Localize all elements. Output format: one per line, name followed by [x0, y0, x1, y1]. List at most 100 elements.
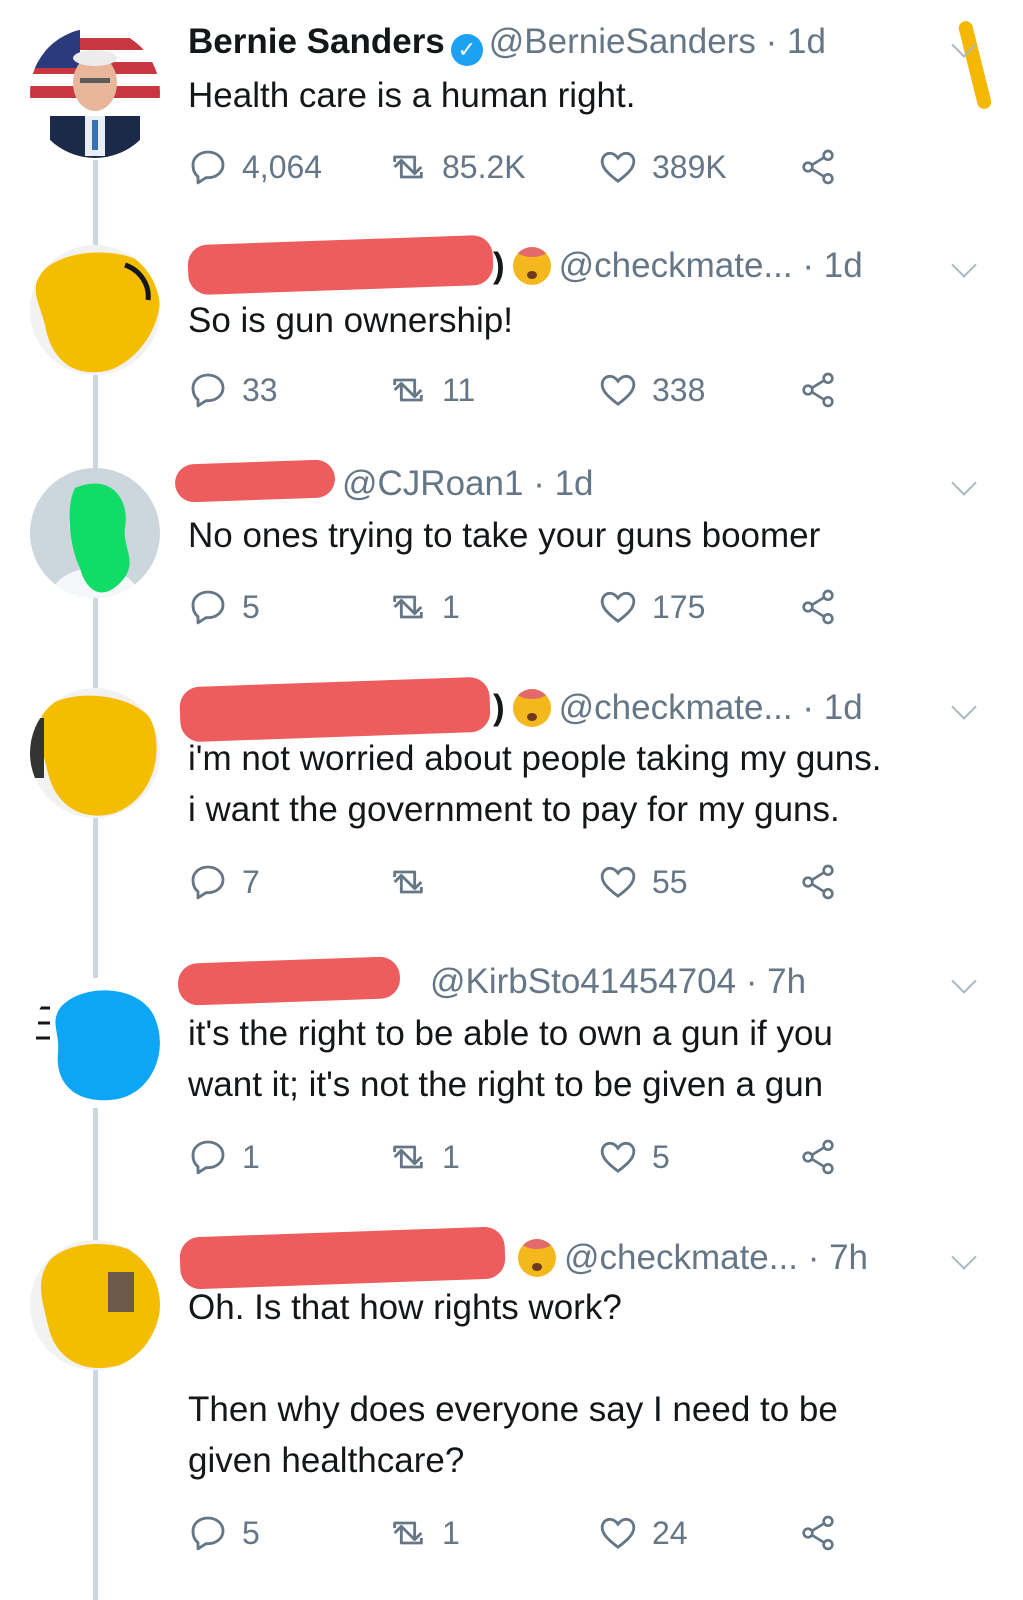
- display-name-suffix[interactable]: ): [493, 246, 505, 285]
- handle[interactable]: @CJRoan1: [342, 464, 523, 503]
- avatar[interactable]: [30, 1240, 160, 1370]
- reply-button[interactable]: 7: [188, 857, 260, 907]
- reply-icon: [191, 1516, 225, 1551]
- avatar[interactable]: [30, 468, 160, 598]
- share-icon: [802, 1139, 834, 1175]
- reply-button[interactable]: 33: [188, 365, 278, 415]
- heart-icon: [600, 866, 636, 898]
- reply-button[interactable]: 5: [188, 582, 260, 632]
- share-button[interactable]: [798, 1132, 852, 1182]
- heart-icon: [600, 151, 636, 183]
- avatar[interactable]: [30, 978, 160, 1108]
- display-name-suffix[interactable]: ): [493, 688, 505, 727]
- retweet-button[interactable]: 85.2K: [388, 142, 526, 192]
- share-icon: [802, 589, 834, 625]
- share-button[interactable]: [798, 857, 852, 907]
- retweet-count: 85.2K: [442, 148, 526, 185]
- timestamp[interactable]: · 7h: [808, 1238, 868, 1277]
- like-count: 175: [652, 588, 706, 625]
- tweet-header: @CJRoan1 · 1d: [342, 462, 993, 506]
- retweet-count: 11: [442, 371, 476, 408]
- reply-icon: [191, 1140, 225, 1175]
- handle[interactable]: @KirbSto41454704: [430, 962, 736, 1001]
- reply-count: 33: [242, 371, 278, 408]
- retweet-icon: [393, 155, 423, 179]
- avatar[interactable]: [30, 245, 160, 375]
- avatar[interactable]: [30, 688, 160, 818]
- heart-icon: [600, 1517, 636, 1549]
- tweet-text: Oh. Is that how rights work? Then why do…: [188, 1288, 838, 1480]
- exploding-head-emoji-icon: [512, 247, 551, 285]
- tweet-header: Bernie Sanders ✓ @BernieSanders · 1d: [188, 20, 993, 66]
- reply-button[interactable]: 5: [188, 1508, 260, 1558]
- share-button[interactable]: [798, 365, 852, 415]
- redacted-avatar-image: [30, 468, 160, 598]
- share-button[interactable]: [798, 142, 852, 192]
- bernie-avatar-image: [30, 28, 160, 158]
- redacted-avatar-image: [30, 245, 160, 375]
- reply-button[interactable]: 4,064: [188, 142, 322, 192]
- tweet-header: ) @checkmate... · 1d: [493, 244, 993, 288]
- reply-icon: [191, 373, 225, 408]
- retweet-icon: [393, 870, 423, 894]
- exploding-head-emoji-icon: [518, 1239, 556, 1277]
- tweet-text: Health care is a human right.: [188, 76, 636, 115]
- timestamp[interactable]: · 1d: [802, 246, 862, 285]
- like-button[interactable]: 24: [598, 1508, 688, 1558]
- handle[interactable]: @checkmate...: [559, 688, 793, 727]
- retweet-button[interactable]: [388, 857, 442, 907]
- redacted-name-scribble: [177, 956, 401, 1006]
- retweet-count: 1: [442, 1138, 460, 1175]
- tweet-header: @KirbSto41454704 · 7h: [430, 960, 993, 1004]
- reply-count: 5: [242, 1514, 260, 1551]
- like-button[interactable]: 175: [598, 582, 705, 632]
- avatar[interactable]: [30, 28, 160, 158]
- like-button[interactable]: 338: [598, 365, 705, 415]
- redacted-avatar-image: [30, 978, 160, 1108]
- timestamp[interactable]: · 7h: [746, 962, 806, 1001]
- share-button[interactable]: [798, 582, 852, 632]
- like-button[interactable]: 5: [598, 1132, 670, 1182]
- retweet-count: 1: [442, 1514, 460, 1551]
- redacted-name-scribble: [174, 459, 336, 503]
- redacted-name-scribble: [187, 234, 494, 296]
- exploding-head-emoji-icon: [512, 689, 551, 727]
- handle[interactable]: @BernieSanders: [489, 22, 756, 61]
- redacted-avatar-image: [30, 688, 160, 818]
- like-count: 5: [652, 1138, 670, 1175]
- timestamp[interactable]: · 1d: [766, 22, 826, 61]
- tweet-header: @checkmate... · 7h: [510, 1236, 993, 1280]
- share-icon: [802, 1515, 834, 1551]
- reply-count: 5: [242, 588, 260, 625]
- retweet-icon: [393, 378, 423, 402]
- reply-icon: [191, 865, 225, 900]
- timestamp[interactable]: · 1d: [802, 688, 862, 727]
- handle[interactable]: @checkmate...: [564, 1238, 798, 1277]
- heart-icon: [600, 591, 636, 623]
- reply-icon: [191, 590, 225, 625]
- timestamp[interactable]: · 1d: [533, 464, 593, 503]
- reply-count: 7: [242, 863, 260, 900]
- tweet-header: ) @checkmate... · 1d: [493, 686, 993, 730]
- share-icon: [802, 372, 834, 408]
- action-bar: 5 1 24: [188, 1508, 888, 1558]
- redacted-avatar-image: [30, 1240, 160, 1370]
- heart-icon: [600, 374, 636, 406]
- like-button[interactable]: 55: [598, 857, 688, 907]
- share-button[interactable]: [798, 1508, 852, 1558]
- verified-badge-icon: ✓: [450, 34, 483, 66]
- handle[interactable]: @checkmate...: [559, 246, 793, 285]
- display-name[interactable]: Bernie Sanders: [188, 22, 445, 61]
- like-button[interactable]: 389K: [598, 142, 727, 192]
- action-bar: 5 1 175: [188, 582, 888, 632]
- tweet-text: i'm not worried about people taking my g…: [188, 739, 882, 829]
- retweet-button[interactable]: 11: [388, 365, 475, 415]
- reply-button[interactable]: 1: [188, 1132, 260, 1182]
- retweet-button[interactable]: 1: [388, 1132, 460, 1182]
- tweet-text: No ones trying to take your guns boomer: [188, 516, 821, 555]
- retweet-button[interactable]: 1: [388, 1508, 460, 1558]
- reply-icon: [191, 150, 225, 185]
- action-bar: 1 1 5: [188, 1132, 888, 1182]
- retweet-button[interactable]: 1: [388, 582, 460, 632]
- share-icon: [802, 864, 834, 900]
